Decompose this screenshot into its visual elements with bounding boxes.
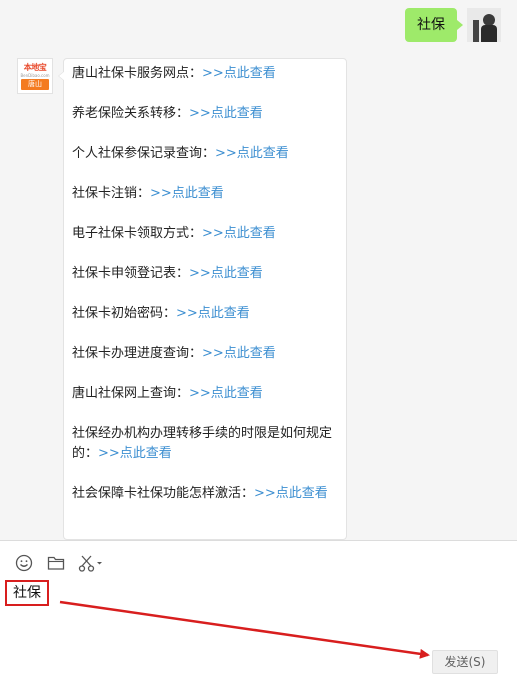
- outgoing-message-bubble: 社保: [405, 8, 463, 42]
- list-item: 唐山社保网上查询：>>点此查看: [72, 384, 334, 404]
- chevron-down-icon: [97, 562, 102, 565]
- list-item: 社保经办机构办理转移手续的时限是如何规定的：>>点此查看: [72, 424, 334, 464]
- view-link[interactable]: >>点此查看: [189, 106, 263, 121]
- view-link[interactable]: >>点此查看: [202, 346, 276, 361]
- item-label: 社保卡办理进度查询：: [72, 346, 203, 361]
- item-label: 社保卡注销：: [72, 186, 151, 201]
- message-input[interactable]: 社保: [5, 580, 49, 606]
- item-label: 个人社保参保记录查询：: [72, 146, 216, 161]
- message-input-area[interactable]: 社保 发送(S): [0, 541, 517, 678]
- outgoing-message-row: 社保: [405, 8, 501, 42]
- avatar-logo-text: 本地宝: [23, 63, 47, 72]
- view-link[interactable]: >>点此查看: [254, 486, 328, 501]
- item-label: 社保卡初始密码：: [72, 306, 177, 321]
- list-item: 社保卡注销：>>点此查看: [72, 184, 334, 204]
- view-link[interactable]: >>点此查看: [150, 186, 224, 201]
- item-label: 唐山社保网上查询：: [72, 386, 190, 401]
- view-link[interactable]: >>点此查看: [189, 386, 263, 401]
- send-button[interactable]: 发送(S): [432, 650, 498, 674]
- view-link[interactable]: >>点此查看: [215, 146, 289, 161]
- list-item: 唐山社保卡服务网点：>>点此查看: [72, 64, 334, 84]
- list-item: 社保卡办理进度查询：>>点此查看: [72, 344, 334, 364]
- self-avatar[interactable]: [467, 8, 501, 42]
- list-item: 社保卡初始密码：>>点此查看: [72, 304, 334, 324]
- item-label: 社会保障卡社保功能怎样激活：: [72, 486, 255, 501]
- list-item: 社保卡申领登记表：>>点此查看: [72, 264, 334, 284]
- scissors-icon[interactable]: [78, 553, 104, 573]
- chat-history: 社保 本地宝 BenDibao.com 唐山 唐山社保卡服务网点：>>点此查看 …: [0, 0, 517, 540]
- avatar-logo-subtext: BenDibao.com: [20, 73, 50, 78]
- view-link[interactable]: >>点此查看: [202, 66, 276, 81]
- view-link[interactable]: >>点此查看: [202, 226, 276, 241]
- folder-icon[interactable]: [46, 553, 66, 573]
- item-label: 唐山社保卡服务网点：: [72, 66, 203, 81]
- view-link[interactable]: >>点此查看: [98, 446, 172, 461]
- view-link[interactable]: >>点此查看: [189, 266, 263, 281]
- avatar-city-label: 唐山: [21, 79, 49, 90]
- item-label: 养老保险关系转移：: [72, 106, 190, 121]
- bot-avatar[interactable]: 本地宝 BenDibao.com 唐山: [17, 58, 53, 94]
- emoji-icon[interactable]: [14, 553, 34, 573]
- list-item: 个人社保参保记录查询：>>点此查看: [72, 144, 334, 164]
- list-item: 电子社保卡领取方式：>>点此查看: [72, 224, 334, 244]
- list-item: 社会保障卡社保功能怎样激活：>>点此查看: [72, 484, 334, 504]
- item-label: 电子社保卡领取方式：: [72, 226, 203, 241]
- input-toolbar: [14, 553, 116, 573]
- incoming-message-bubble: 唐山社保卡服务网点：>>点此查看 养老保险关系转移：>>点此查看 个人社保参保记…: [58, 58, 347, 540]
- view-link[interactable]: >>点此查看: [176, 306, 250, 321]
- item-label: 社保卡申领登记表：: [72, 266, 190, 281]
- list-item: 养老保险关系转移：>>点此查看: [72, 104, 334, 124]
